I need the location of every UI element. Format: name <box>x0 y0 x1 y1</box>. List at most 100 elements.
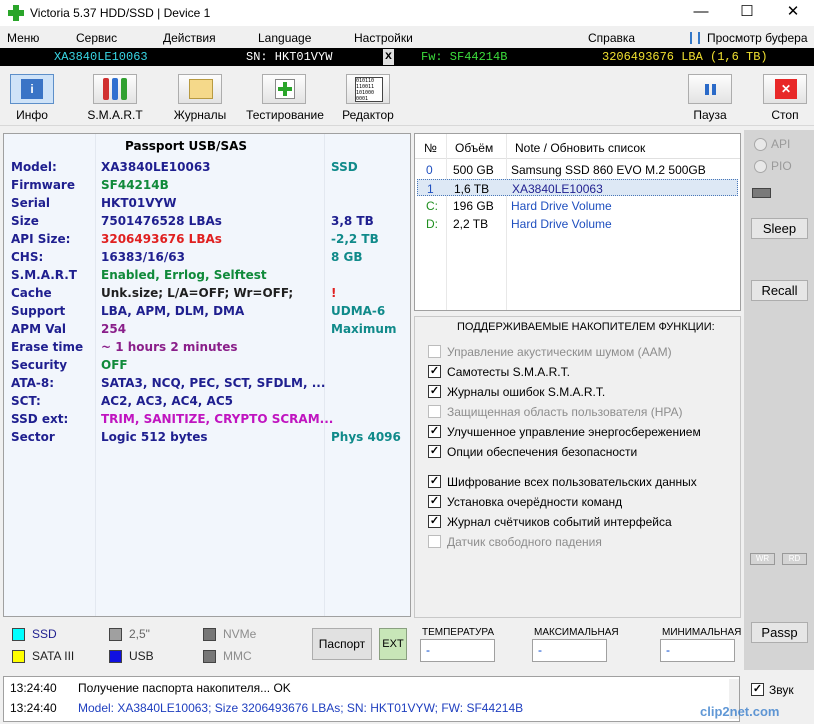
feature-label: Защищенная область пользователя (HPA) <box>447 405 683 419</box>
toolbar: i Инфо S.M.A.R.T Журналы Тестирование 01… <box>0 68 814 126</box>
logs-tab-button[interactable] <box>178 74 222 104</box>
pio-radio[interactable] <box>754 160 767 173</box>
indicator-led <box>752 188 771 198</box>
passport-value: TRIM, SANITIZE, CRYPTO SCRAM... <box>101 412 334 426</box>
sleep-button[interactable]: Sleep <box>751 218 808 239</box>
legend-label: USB <box>129 649 154 663</box>
ext-button[interactable]: EXT <box>379 628 407 660</box>
drive-note: Samsung SSD 860 EVO M.2 500GB <box>511 163 706 177</box>
info-tab-button[interactable]: i <box>10 74 54 104</box>
passport-row: Security OFF <box>4 357 410 375</box>
passport-row: Cache Unk.size; L/A=OFF; Wr=OFF;! <box>4 285 410 303</box>
pause-button[interactable] <box>688 74 732 104</box>
info-serial: SN: HKT01VYW <box>246 50 333 64</box>
legend-swatch <box>203 628 216 641</box>
info-close-button[interactable]: x <box>383 49 394 65</box>
passport-title: Passport USB/SAS <box>125 139 248 153</box>
menu-item-language[interactable]: Language <box>258 31 311 45</box>
menu-item-menu[interactable]: Меню <box>7 31 39 45</box>
menu-item-buffer-view[interactable]: Просмотр буфера <box>707 31 808 45</box>
passport-label: Firmware <box>11 178 75 192</box>
passport-extra: Phys 4096 <box>331 430 401 444</box>
drive-note: XA3840LE10063 <box>512 182 603 196</box>
feature-label: Датчик свободного падения <box>447 535 602 549</box>
device-info-bar: XA3840LE10063 SN: HKT01VYW x Fw: SF44214… <box>0 48 814 66</box>
legend-label: SATA III <box>32 649 75 663</box>
header-size[interactable]: Объём <box>455 141 493 155</box>
menu-item-help[interactable]: Справка <box>588 31 635 45</box>
passp-button[interactable]: Passp <box>751 622 808 643</box>
feature-checkbox[interactable]: ✓ <box>428 385 441 398</box>
editor-tab-button[interactable]: 010110 110011 101000 0001 <box>346 74 390 104</box>
passport-extra: UDMA-6 <box>331 304 386 318</box>
drive-size: 500 GB <box>453 163 494 177</box>
passport-value: AC2, AC3, AC4, AC5 <box>101 394 233 408</box>
info-firmware: Fw: SF44214B <box>421 50 508 64</box>
menu-item-actions[interactable]: Действия <box>163 31 216 45</box>
feature-checkbox[interactable]: ✓ <box>428 365 441 378</box>
features-panel: ПОДДЕРЖИВАЕМЫЕ НАКОПИТЕЛЕМ ФУНКЦИИ: Упра… <box>414 316 741 618</box>
passport-label: Sector <box>11 430 55 444</box>
editor-tab-label: Редактор <box>342 108 394 122</box>
drive-row[interactable]: C: 196 GB Hard Drive Volume <box>417 197 738 214</box>
drive-note: Hard Drive Volume <box>511 217 612 231</box>
passport-extra: 3,8 TB <box>331 214 374 228</box>
passport-row: API Size: 3206493676 LBAs -2,2 TB <box>4 231 410 249</box>
passport-value: ~ 1 hours 2 minutes <box>101 340 238 354</box>
feature-checkbox[interactable] <box>428 535 441 548</box>
header-number: № <box>424 141 437 155</box>
close-button[interactable]: ✕ <box>770 0 814 26</box>
drive-row[interactable]: D: 2,2 TB Hard Drive Volume <box>417 215 738 232</box>
temperature-label: ТЕМПЕРАТУРА <box>422 627 494 638</box>
maximize-button[interactable]: ☐ <box>724 0 770 26</box>
api-radio[interactable] <box>754 138 767 151</box>
drive-row[interactable]: 0 500 GB Samsung SSD 860 EVO M.2 500GB <box>417 161 738 178</box>
stop-button[interactable]: ✕ <box>763 74 807 104</box>
feature-checkbox[interactable]: ✓ <box>428 515 441 528</box>
feature-checkbox[interactable]: ✓ <box>428 445 441 458</box>
feature-checkbox[interactable]: ✓ <box>428 425 441 438</box>
passport-value: Logic 512 bytes <box>101 430 208 444</box>
legend-label: NVMe <box>223 627 257 641</box>
test-plus-icon <box>275 79 295 99</box>
passport-label: SSD ext: <box>11 412 69 426</box>
header-note-refresh[interactable]: Note / Обновить список <box>515 141 645 155</box>
passport-label: Security <box>11 358 68 372</box>
feature-checkbox[interactable] <box>428 345 441 358</box>
title-bar: Victoria 5.37 HDD/SSD | Device 1 — ☐ ✕ <box>0 0 814 26</box>
passport-row: Model: XA3840LE10063 SSD <box>4 159 410 177</box>
feature-checkbox[interactable] <box>428 405 441 418</box>
passport-row: Serial HKT01VYW <box>4 195 410 213</box>
drive-number: D: <box>426 217 438 231</box>
feature-checkbox[interactable]: ✓ <box>428 495 441 508</box>
smart-icon <box>103 78 109 100</box>
recall-button[interactable]: Recall <box>751 280 808 301</box>
passport-value: 3206493676 LBAs <box>101 232 222 246</box>
passport-value: OFF <box>101 358 128 372</box>
passport-label: Serial <box>11 196 51 210</box>
max-temperature-label: МАКСИМАЛЬНАЯ <box>534 627 619 638</box>
sound-checkbox[interactable]: ✓ <box>751 683 764 696</box>
app-plus-icon <box>8 5 24 21</box>
min-temperature-value: - <box>660 639 735 662</box>
menu-item-service[interactable]: Сервис <box>76 31 117 45</box>
feature-label: Опции обеспечения безопасности <box>447 445 638 459</box>
smart-tab-button[interactable] <box>93 74 137 104</box>
passport-row: APM Val 254 Maximum <box>4 321 410 339</box>
passport-label: Model: <box>11 160 57 174</box>
passport-value: LBA, APM, DLM, DMA <box>101 304 245 318</box>
watermark-logo: clip2net.com <box>700 704 780 719</box>
passport-row: SSD ext: TRIM, SANITIZE, CRYPTO SCRAM... <box>4 411 410 429</box>
passport-row: Erase time ~ 1 hours 2 minutes <box>4 339 410 357</box>
feature-checkbox[interactable]: ✓ <box>428 475 441 488</box>
passport-row: CHS: 16383/16/63 8 GB <box>4 249 410 267</box>
folder-icon <box>189 79 213 99</box>
drive-note: Hard Drive Volume <box>511 199 612 213</box>
passport-button[interactable]: Паспорт <box>312 628 372 660</box>
test-tab-button[interactable] <box>262 74 306 104</box>
menu-item-settings[interactable]: Настройки <box>354 31 413 45</box>
passport-label: ATA-8: <box>11 376 55 390</box>
passport-extra: Maximum <box>331 322 397 336</box>
drive-row[interactable]: 1 1,6 TB XA3840LE10063 <box>417 179 738 196</box>
minimize-button[interactable]: — <box>678 0 724 26</box>
